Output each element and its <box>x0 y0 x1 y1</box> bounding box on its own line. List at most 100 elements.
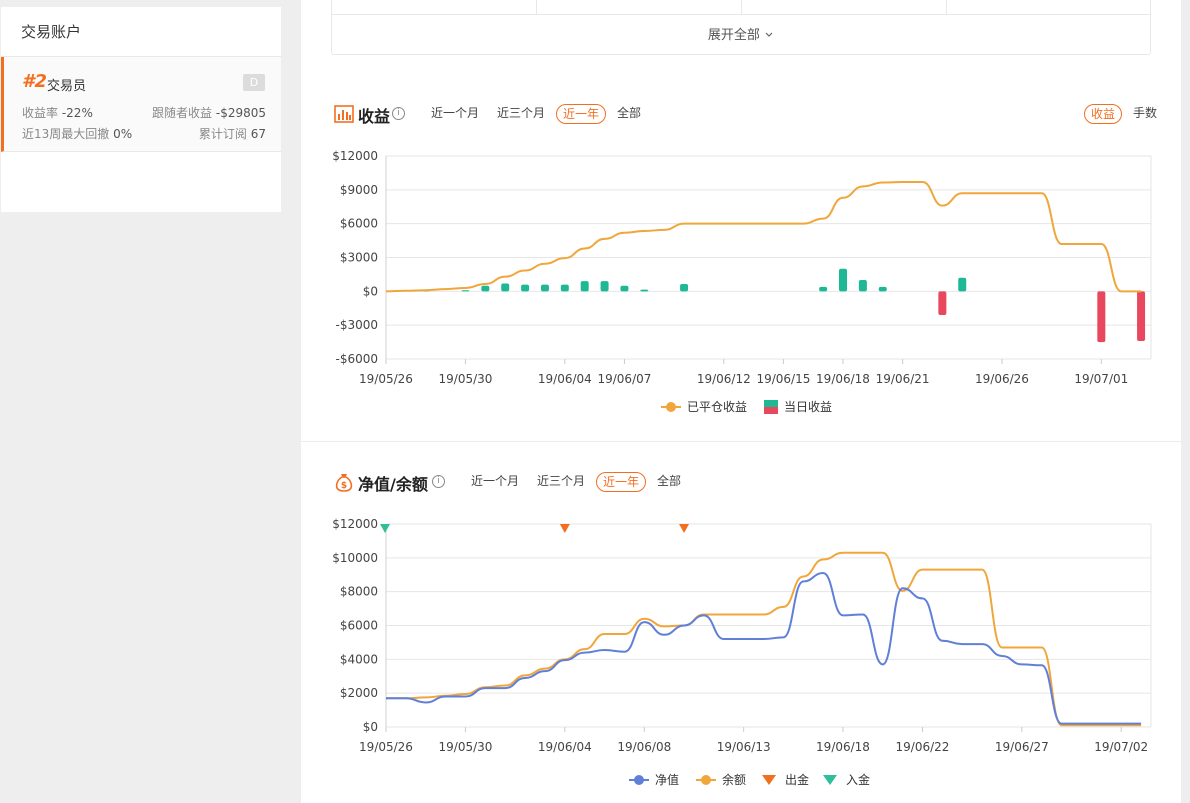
tab-three-months[interactable]: 近三个月 <box>531 472 591 492</box>
account-stats-row-1: 收益率 -22% 跟随者收益 -$29805 <box>22 104 266 121</box>
y-tick-label: -$3000 <box>335 318 378 332</box>
follower-profit-value: -$29805 <box>215 106 266 120</box>
tab-all[interactable]: 全部 <box>651 472 687 492</box>
drawdown-value: 0% <box>113 127 133 141</box>
legend-label: 出金 <box>785 772 809 787</box>
daily-profit-bar <box>600 281 609 292</box>
tab-one-year[interactable]: 近一年 <box>556 104 607 124</box>
y-tick-label: $6000 <box>340 217 378 231</box>
summary-cell <box>947 0 1150 14</box>
x-tick-label: 19/05/26 <box>359 372 413 386</box>
tab-all[interactable]: 全部 <box>611 104 647 124</box>
account-name: 交易员 <box>47 79 87 94</box>
x-tick-label: 19/05/30 <box>439 740 493 754</box>
daily-profit-bar <box>958 277 967 292</box>
daily-profit-bar <box>1137 291 1146 341</box>
legend-label: 已平仓收益 <box>687 400 747 414</box>
x-tick-label: 19/06/07 <box>597 372 651 386</box>
legend-dot-marker <box>634 775 644 785</box>
drawdown-label: 近13周最大回撤 <box>22 127 110 141</box>
daily-profit-bar <box>560 284 569 292</box>
subscriptions-label: 累计订阅 <box>198 127 247 141</box>
legend-triangle-marker <box>823 775 837 785</box>
legend-label: 当日收益 <box>784 400 832 414</box>
account-panel: 交易账户 #2 交易员 D 收益率 -22% 跟随者收益 -$29805 近13… <box>1 7 281 212</box>
subscriptions-value: 67 <box>250 127 266 141</box>
daily-profit-bar <box>640 289 649 292</box>
x-tick-label: 19/07/01 <box>1074 372 1128 386</box>
money-bag-icon: $ <box>335 474 353 492</box>
withdraw-marker <box>559 524 570 533</box>
expand-all-button[interactable]: 展开全部 <box>332 24 1150 43</box>
account-rank: #2 <box>22 71 48 92</box>
y-tick-label: $8000 <box>340 585 378 599</box>
svg-text:$: $ <box>341 481 347 491</box>
x-tick-label: 19/06/04 <box>538 740 592 754</box>
y-tick-label: $10000 <box>332 551 378 565</box>
legend-label: 净值 <box>655 772 679 787</box>
x-tick-label: 19/06/26 <box>975 372 1029 386</box>
section-divider <box>301 441 1181 442</box>
x-tick-label: 19/06/18 <box>816 372 870 386</box>
profit-chart: $12000 $9000 $6000 $3000 $0 -$3000 -$6000 19/05… <box>332 149 1152 414</box>
x-tick-label: 19/06/22 <box>896 740 950 754</box>
account-grade-badge: D <box>243 74 265 91</box>
daily-profit-bar <box>540 284 549 292</box>
bar-chart-icon <box>334 105 354 123</box>
y-tick-label: $3000 <box>340 251 378 265</box>
tab-one-year[interactable]: 近一年 <box>596 472 647 492</box>
tab-one-month[interactable]: 近一个月 <box>425 104 485 124</box>
chevron-down-icon <box>764 28 774 43</box>
account-item[interactable]: #2 交易员 D 收益率 -22% 跟随者收益 -$29805 近13周最大回撤… <box>1 57 281 152</box>
subscriptions: 累计订阅 67 <box>199 125 266 142</box>
info-icon[interactable]: i <box>432 475 445 488</box>
account-panel-title: 交易账户 <box>1 7 281 57</box>
daily-profit-bar <box>1097 291 1106 343</box>
y-tick-label: $9000 <box>340 183 378 197</box>
x-tick-label: 19/06/13 <box>717 740 771 754</box>
x-tick-label: 19/07/02 <box>1094 740 1148 754</box>
summary-cell <box>742 0 947 14</box>
daily-profit-bar <box>481 285 490 292</box>
follower-profit: 跟随者收益 -$29805 <box>152 104 266 121</box>
legend-triangle-marker <box>762 775 776 785</box>
return-label: 收益率 <box>22 106 59 120</box>
equity-chart: $12000 $10000 $8000 $6000 $4000 $2000 $0 19/05/… <box>332 517 1152 787</box>
daily-profit-bar <box>819 286 828 292</box>
y-tick-label: $6000 <box>340 619 378 633</box>
summary-table: 展开全部 <box>331 0 1151 55</box>
daily-profit-bar <box>858 280 867 292</box>
closed-profit-line <box>385 180 1142 293</box>
expand-all-label: 展开全部 <box>707 28 760 43</box>
daily-profit-bar <box>461 290 470 292</box>
x-tick-label: 19/06/12 <box>697 372 751 386</box>
deposit-marker <box>380 524 390 533</box>
daily-profit-bar <box>521 284 530 292</box>
tab-three-months[interactable]: 近三个月 <box>491 104 551 124</box>
profit-section-header: 收益 i 近一个月 近三个月 近一年 全部 收益 手数 <box>334 102 1164 126</box>
y-tick-label: $12000 <box>332 517 378 531</box>
info-icon[interactable]: i <box>392 107 405 120</box>
x-tick-label: 19/06/04 <box>538 372 592 386</box>
y-tick-label: $0 <box>363 720 378 734</box>
daily-profit-bar <box>938 291 947 316</box>
return-value: -22% <box>61 106 93 120</box>
account-stats-row-2: 近13周最大回撤 0% 累计订阅 67 <box>22 125 266 142</box>
x-tick-label: 19/06/08 <box>617 740 671 754</box>
tab-one-month[interactable]: 近一个月 <box>465 472 525 492</box>
profit-title: 收益 <box>358 107 391 126</box>
x-tick-label: 19/06/21 <box>876 372 930 386</box>
legend-dot-marker <box>666 402 676 412</box>
y-tick-label: $0 <box>363 284 378 298</box>
toggle-lots[interactable]: 手数 <box>1127 104 1163 124</box>
y-tick-label: $4000 <box>340 652 378 666</box>
summary-cell <box>332 0 537 14</box>
legend-label: 入金 <box>846 772 870 787</box>
follower-profit-label: 跟随者收益 <box>152 106 213 120</box>
summary-row <box>332 0 1150 15</box>
daily-profit-bar <box>580 281 589 292</box>
legend-bar-marker-positive <box>764 400 778 407</box>
daily-profit-bar <box>620 285 629 292</box>
main-panel: 展开全部 收益 i 近一个月 近三个月 近一年 全部 收益 手数 $12000 $… <box>301 0 1181 803</box>
toggle-profit[interactable]: 收益 <box>1084 104 1123 124</box>
